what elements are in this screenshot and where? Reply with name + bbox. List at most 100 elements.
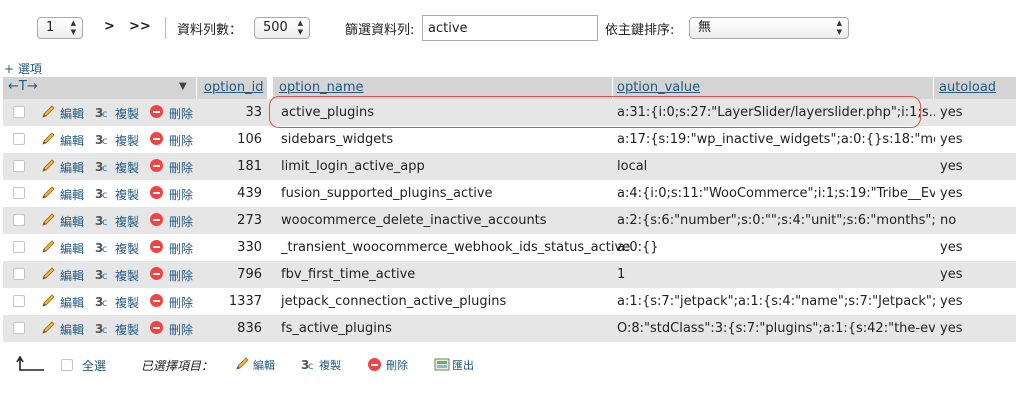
sort-by-key-select[interactable]: 無 ▲ ▼ bbox=[689, 17, 849, 39]
pencil-icon[interactable] bbox=[41, 213, 57, 231]
column-arrows-icon[interactable]: ←T→ bbox=[8, 79, 38, 94]
pencil-icon[interactable] bbox=[41, 321, 57, 339]
option-value-cell[interactable]: 1 bbox=[617, 267, 935, 282]
copy-button[interactable]: 複製 bbox=[115, 294, 139, 311]
edit-button[interactable]: 編輯 bbox=[60, 294, 84, 311]
row-checkbox[interactable] bbox=[13, 214, 25, 226]
option-value-cell[interactable]: local bbox=[617, 159, 935, 174]
option-value-cell[interactable]: a:4:{i:0;s:11:"WooCommerce";i:1;s:19:"Tr… bbox=[617, 186, 935, 201]
copy-button[interactable]: 複製 bbox=[115, 321, 139, 338]
header-option-id[interactable]: option_id bbox=[197, 77, 267, 99]
option-name-cell[interactable]: sidebars_widgets bbox=[281, 132, 393, 147]
copy-icon[interactable]: 3c bbox=[95, 213, 111, 231]
edit-button[interactable]: 編輯 bbox=[60, 240, 84, 257]
autoload-cell[interactable]: yes bbox=[940, 321, 962, 336]
copy-icon[interactable]: 3c bbox=[95, 132, 111, 150]
copy-button[interactable]: 複製 bbox=[115, 240, 139, 257]
next-page-button[interactable]: > bbox=[104, 19, 115, 34]
edit-button[interactable]: 編輯 bbox=[60, 105, 84, 122]
table-row[interactable]: 編輯 3 c 複製 刪除 1337 jetpack_connection_active_pl… bbox=[3, 288, 1016, 315]
footer-delete-button[interactable]: 刪除 bbox=[386, 357, 408, 373]
copy-button[interactable]: 複製 bbox=[115, 105, 139, 122]
row-checkbox[interactable] bbox=[13, 133, 25, 145]
delete-button[interactable]: 刪除 bbox=[169, 321, 193, 338]
delete-icon[interactable] bbox=[150, 159, 163, 172]
copy-button[interactable]: 複製 bbox=[115, 186, 139, 203]
autoload-cell[interactable]: yes bbox=[940, 294, 962, 309]
copy-button[interactable]: 複製 bbox=[115, 267, 139, 284]
delete-icon[interactable] bbox=[368, 358, 381, 371]
delete-icon[interactable] bbox=[150, 294, 163, 307]
pencil-icon[interactable] bbox=[41, 132, 57, 150]
options-link[interactable]: + 選項 bbox=[4, 60, 42, 77]
copy-button[interactable]: 複製 bbox=[115, 159, 139, 176]
sort-toggle-icon[interactable]: ▼ bbox=[179, 81, 187, 92]
delete-button[interactable]: 刪除 bbox=[169, 240, 193, 257]
option-name-cell[interactable]: fusion_supported_plugins_active bbox=[281, 186, 493, 201]
footer-copy-button[interactable]: 複製 bbox=[319, 357, 341, 373]
option-value-cell[interactable]: a:17:{s:19:"wp_inactive_widgets";a:0:{}s… bbox=[617, 132, 935, 147]
header-autoload[interactable]: autoload bbox=[934, 77, 1016, 99]
option-name-cell[interactable]: fbv_first_time_active bbox=[281, 267, 415, 282]
copy-icon[interactable]: 3c bbox=[95, 267, 111, 285]
column-option-name[interactable]: option_name bbox=[279, 80, 363, 95]
option-id-cell[interactable]: 33 bbox=[245, 105, 262, 120]
autoload-cell[interactable]: no bbox=[940, 213, 956, 228]
export-icon[interactable] bbox=[434, 358, 450, 375]
option-id-cell[interactable]: 836 bbox=[237, 321, 262, 336]
delete-button[interactable]: 刪除 bbox=[169, 132, 193, 149]
option-value-cell[interactable]: O:8:"stdClass":3:{s:7:"plugins";a:1:{s:4… bbox=[617, 321, 935, 336]
autoload-cell[interactable]: yes bbox=[940, 105, 962, 120]
column-autoload[interactable]: autoload bbox=[939, 80, 996, 95]
table-row[interactable]: 編輯 3 c 複製 刪除 796 fbv_first_time_active 1 yes bbox=[3, 261, 1016, 288]
option-id-cell[interactable]: 330 bbox=[237, 240, 262, 255]
copy-icon[interactable]: 3c bbox=[95, 321, 111, 339]
delete-icon[interactable] bbox=[150, 321, 163, 334]
edit-button[interactable]: 編輯 bbox=[60, 213, 84, 230]
select-all-checkbox[interactable] bbox=[61, 359, 73, 371]
copy-icon[interactable]: 3c bbox=[95, 186, 111, 204]
table-row[interactable]: 編輯 3 c 複製 刪除 330 _transient_woocommerce_webhoo… bbox=[3, 234, 1016, 261]
option-value-cell[interactable]: a:0:{} bbox=[617, 240, 935, 255]
pencil-icon[interactable] bbox=[235, 357, 251, 375]
option-id-cell[interactable]: 796 bbox=[237, 267, 262, 282]
pencil-icon[interactable] bbox=[41, 105, 57, 123]
copy-button[interactable]: 複製 bbox=[115, 132, 139, 149]
delete-icon[interactable] bbox=[150, 267, 163, 280]
copy-icon[interactable]: 3c bbox=[95, 159, 111, 177]
pencil-icon[interactable] bbox=[41, 240, 57, 258]
edit-button[interactable]: 編輯 bbox=[60, 267, 84, 284]
table-row[interactable]: 編輯 3 c 複製 刪除 181 limit_login_active_app local ye… bbox=[3, 153, 1016, 180]
option-id-cell[interactable]: 1337 bbox=[229, 294, 262, 309]
option-name-cell[interactable]: jetpack_connection_active_plugins bbox=[281, 294, 506, 309]
edit-button[interactable]: 編輯 bbox=[60, 159, 84, 176]
edit-button[interactable]: 編輯 bbox=[60, 132, 84, 149]
footer-export-button[interactable]: 匯出 bbox=[452, 357, 474, 373]
autoload-cell[interactable]: yes bbox=[940, 267, 962, 282]
option-name-cell[interactable]: woocommerce_delete_inactive_accounts bbox=[281, 213, 547, 228]
option-name-cell[interactable]: limit_login_active_app bbox=[281, 159, 425, 174]
option-value-cell[interactable]: a:1:{s:7:"jetpack";a:1:{s:4:"name";s:7:"… bbox=[617, 294, 935, 309]
copy-icon[interactable]: 3c bbox=[95, 240, 111, 258]
row-checkbox[interactable] bbox=[13, 160, 25, 172]
table-row[interactable]: 編輯 3 c 複製 刪除 273 woocommerce_delete_inactive_a… bbox=[3, 207, 1016, 234]
delete-icon[interactable] bbox=[150, 213, 163, 226]
autoload-cell[interactable]: yes bbox=[940, 159, 962, 174]
row-checkbox[interactable] bbox=[13, 268, 25, 280]
edit-button[interactable]: 編輯 bbox=[60, 186, 84, 203]
table-row[interactable]: 編輯 3 c 複製 刪除 106 sidebars_widgets a:17:{s:19:"w… bbox=[3, 126, 1016, 153]
autoload-cell[interactable]: yes bbox=[940, 186, 962, 201]
column-option-id[interactable]: option_id bbox=[204, 80, 263, 95]
delete-button[interactable]: 刪除 bbox=[169, 105, 193, 122]
delete-button[interactable]: 刪除 bbox=[169, 159, 193, 176]
delete-icon[interactable] bbox=[150, 105, 163, 118]
delete-icon[interactable] bbox=[150, 132, 163, 145]
pencil-icon[interactable] bbox=[41, 186, 57, 204]
autoload-cell[interactable]: yes bbox=[940, 132, 962, 147]
option-name-cell[interactable]: fs_active_plugins bbox=[281, 321, 392, 336]
rows-per-page-select[interactable]: 500 ▲ ▼ bbox=[254, 17, 310, 39]
delete-button[interactable]: 刪除 bbox=[169, 213, 193, 230]
table-row[interactable]: 編輯 3 c 複製 刪除 836 fs_active_plugins O:8:"stdClas… bbox=[3, 315, 1016, 342]
edit-button[interactable]: 編輯 bbox=[60, 321, 84, 338]
autoload-cell[interactable]: yes bbox=[940, 240, 962, 255]
